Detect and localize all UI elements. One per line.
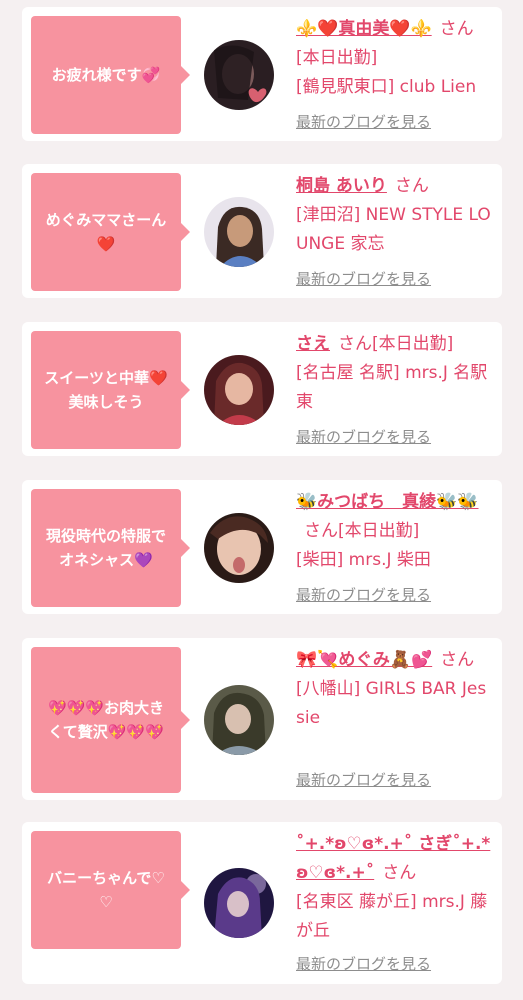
message-text: スイーツと中華❤️美味しそう: [44, 369, 168, 411]
post-info: ⚜️❤️真由美❤️⚜️ さん[本日出勤] [鶴見駅東口] club Lien: [296, 15, 492, 102]
message-text: バニーちゃんで♡♡: [47, 869, 165, 911]
post-card: バニーちゃんで♡♡ ˚+.*ʚ♡ɞ*.+˚ さぎ˚+.*ʚ♡ɞ*.+˚ さん [名…: [22, 822, 502, 984]
author-suffix: さん: [382, 863, 417, 883]
post-card: 現役時代の特服でオネシャス💜 🐝みつばち 真綾🐝🐝 さん[本日出勤] [柴田] m…: [22, 480, 502, 614]
author-line: さえ さん[本日出勤]: [296, 330, 492, 359]
latest-blog-link[interactable]: 最新のブログを見る: [296, 111, 431, 132]
shop-name[interactable]: [名古屋 名駅] mrs.J 名駅東: [296, 359, 492, 417]
post-info: 🎀💘めぐみ🧸💕 さん [八幡山] GIRLS BAR Jessie: [296, 646, 492, 733]
avatar[interactable]: [204, 355, 274, 425]
avatar[interactable]: [204, 40, 274, 110]
author-line: ˚+.*ʚ♡ɞ*.+˚ さぎ˚+.*ʚ♡ɞ*.+˚ さん: [296, 830, 492, 888]
avatar[interactable]: [204, 868, 274, 938]
latest-blog-link[interactable]: 最新のブログを見る: [296, 953, 431, 974]
post-info: さえ さん[本日出勤] [名古屋 名駅] mrs.J 名駅東: [296, 330, 492, 417]
avatar[interactable]: [204, 197, 274, 267]
shop-name[interactable]: [八幡山] GIRLS BAR Jessie: [296, 675, 492, 733]
latest-blog-link[interactable]: 最新のブログを見る: [296, 268, 431, 289]
post-info: ˚+.*ʚ♡ɞ*.+˚ さぎ˚+.*ʚ♡ɞ*.+˚ さん [名東区 藤が丘] mr…: [296, 830, 492, 946]
message-text: 💖💖💖お肉大きくて贅沢💖💖💖: [47, 699, 165, 741]
avatar-photo: [204, 40, 274, 110]
shop-name[interactable]: [鶴見駅東口] club Lien: [296, 73, 492, 102]
message-bubble: スイーツと中華❤️美味しそう: [31, 331, 190, 449]
latest-blog-link[interactable]: 最新のブログを見る: [296, 584, 431, 605]
message-bubble: めぐみママさーん❤️: [31, 173, 190, 291]
message-bubble: 現役時代の特服でオネシャス💜: [31, 489, 190, 607]
author-name[interactable]: 桐島 あいり: [296, 176, 387, 196]
shop-name[interactable]: [柴田] mrs.J 柴田: [296, 546, 492, 575]
author-suffix: さん[本日出勤]: [304, 521, 420, 541]
latest-blog-link[interactable]: 最新のブログを見る: [296, 426, 431, 447]
shop-name[interactable]: [名東区 藤が丘] mrs.J 藤が丘: [296, 888, 492, 946]
avatar-photo: [204, 513, 274, 583]
author-name[interactable]: 🎀💘めぐみ🧸💕: [296, 650, 432, 670]
avatar-photo: [204, 197, 274, 267]
avatar-photo: [204, 355, 274, 425]
avatar-photo: [204, 868, 274, 938]
author-name[interactable]: 🐝みつばち 真綾🐝🐝: [296, 492, 479, 512]
message-text: お疲れ様です💞: [51, 66, 161, 84]
post-info: 🐝みつばち 真綾🐝🐝 さん[本日出勤] [柴田] mrs.J 柴田: [296, 488, 492, 575]
message-text: めぐみママさーん❤️: [45, 211, 167, 253]
avatar-photo: [204, 685, 274, 755]
author-name[interactable]: さえ: [296, 334, 330, 354]
author-suffix: さん[本日出勤]: [338, 334, 454, 354]
author-suffix: さん: [440, 650, 475, 670]
author-name[interactable]: ⚜️❤️真由美❤️⚜️: [296, 19, 432, 39]
author-line: 桐島 あいり さん: [296, 172, 492, 201]
post-card: お疲れ様です💞 ⚜️❤️真由美❤️⚜️ さん[本日出勤] [鶴見駅東口] club…: [22, 7, 502, 141]
author-line: ⚜️❤️真由美❤️⚜️ さん[本日出勤]: [296, 15, 492, 73]
post-card: めぐみママさーん❤️ 桐島 あいり さん [津田沼] NEW STYLE LOUN…: [22, 164, 502, 298]
post-card: スイーツと中華❤️美味しそう さえ さん[本日出勤] [名古屋 名駅] mrs.J…: [22, 322, 502, 456]
avatar[interactable]: [204, 685, 274, 755]
shop-name[interactable]: [津田沼] NEW STYLE LOUNGE 家忘: [296, 201, 492, 259]
post-card: 💖💖💖お肉大きくて贅沢💖💖💖 🎀💘めぐみ🧸💕 さん [八幡山] GIRLS BAR…: [22, 638, 502, 800]
message-text: 現役時代の特服でオネシャス💜: [45, 527, 166, 569]
author-line: 🐝みつばち 真綾🐝🐝 さん[本日出勤]: [296, 488, 492, 546]
latest-blog-link[interactable]: 最新のブログを見る: [296, 769, 431, 790]
message-bubble: バニーちゃんで♡♡: [31, 831, 190, 949]
message-bubble: お疲れ様です💞: [31, 16, 190, 134]
author-line: 🎀💘めぐみ🧸💕 さん: [296, 646, 492, 675]
author-suffix: さん: [394, 176, 429, 196]
avatar[interactable]: [204, 513, 274, 583]
message-bubble: 💖💖💖お肉大きくて贅沢💖💖💖: [31, 647, 190, 793]
post-info: 桐島 あいり さん [津田沼] NEW STYLE LOUNGE 家忘: [296, 172, 492, 259]
